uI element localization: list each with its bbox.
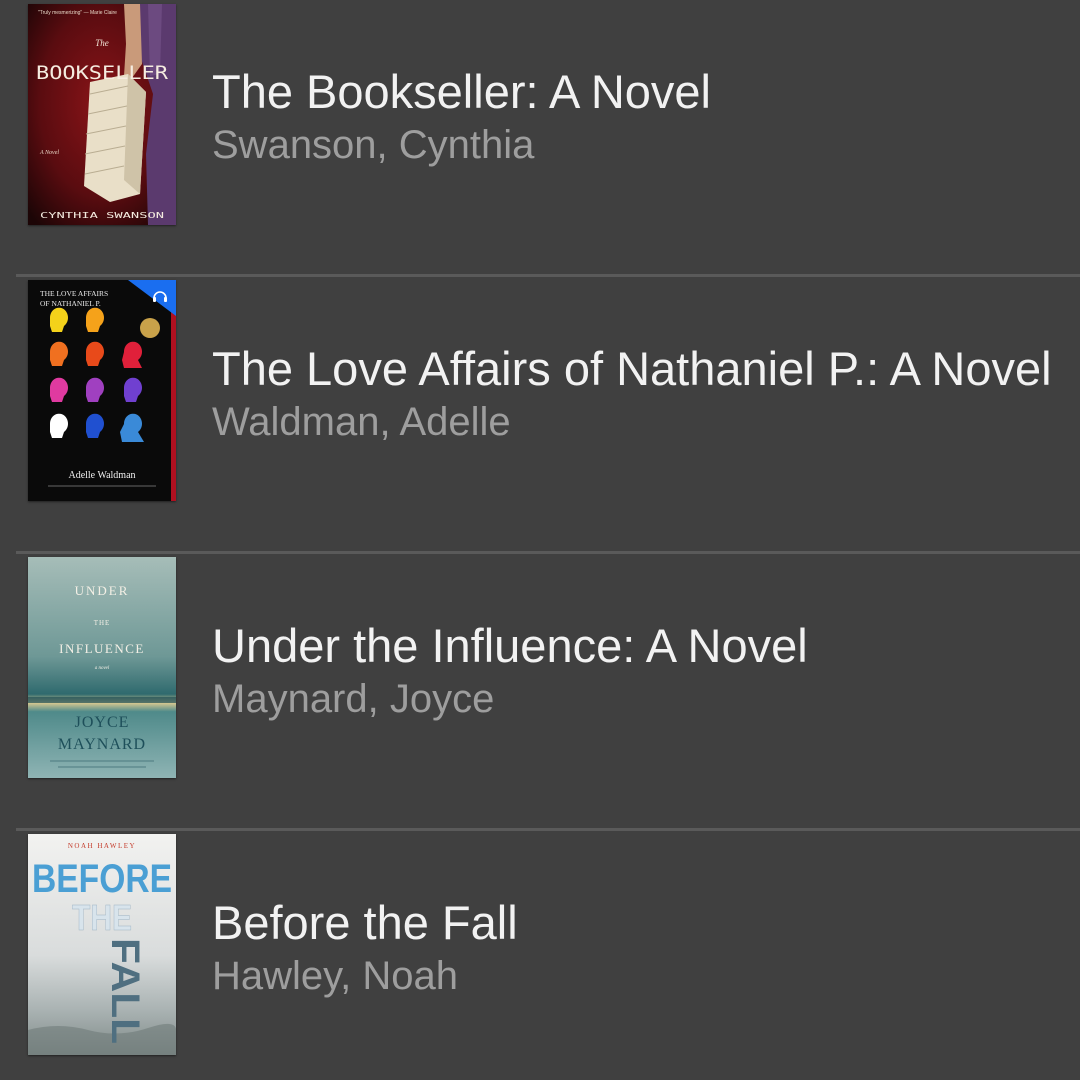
under-influence-cover-art: UNDER THE INFLUENCE a novel JOYCE MAYNAR…	[28, 557, 176, 778]
book-title: The Love Affairs of Nathaniel P.: A Nove…	[212, 342, 1052, 395]
book-author: Maynard, Joyce	[212, 677, 495, 721]
cover-author: CYNTHIA SWANSON	[40, 211, 164, 220]
book-row[interactable]: NOAH HAWLEY BEFORE THE FALL Before the F…	[0, 831, 1080, 1080]
cover-word3: FALL	[103, 938, 147, 1044]
cover-title-line2: OF NATHANIEL P.	[40, 299, 101, 308]
book-author: Swanson, Cynthia	[212, 123, 535, 167]
nathaniel-cover-art: THE LOVE AFFAIRS OF NATHANIEL P. Adelle …	[28, 280, 176, 501]
book-author: Waldman, Adelle	[212, 400, 511, 444]
book-row[interactable]: THE LOVE AFFAIRS OF NATHANIEL P. Adelle …	[0, 277, 1080, 554]
cover-author-line2: MAYNARD	[58, 736, 146, 753]
book-title: Before the Fall	[212, 896, 518, 949]
book-title: Under the Influence: A Novel	[212, 619, 808, 672]
book-row[interactable]: UNDER THE INFLUENCE a novel JOYCE MAYNAR…	[0, 554, 1080, 831]
cover-top-text: "Truly mesmerizing" — Marie Claire	[38, 10, 117, 16]
book-list: "Truly mesmerizing" — Marie Claire The B…	[0, 0, 1080, 1080]
book-author: Hawley, Noah	[212, 954, 459, 998]
cover-title-line1: THE LOVE AFFAIRS	[40, 289, 108, 298]
cover-small-the: The	[95, 38, 109, 48]
book-info: The Bookseller: A Novel Swanson, Cynthia	[212, 64, 711, 170]
before-fall-cover-art: NOAH HAWLEY BEFORE THE FALL	[28, 834, 176, 1055]
cover-line2: THE	[94, 619, 111, 627]
book-row[interactable]: "Truly mesmerizing" — Marie Claire The B…	[0, 0, 1080, 277]
cover-author: Adelle Waldman	[68, 470, 135, 481]
cover-author-line1: JOYCE	[75, 714, 130, 731]
book-cover: NOAH HAWLEY BEFORE THE FALL	[28, 834, 176, 1055]
cover-author: NOAH HAWLEY	[68, 842, 136, 850]
cover-sub-text: a novel	[95, 666, 110, 671]
cover-sub-text: A Novel	[39, 150, 59, 156]
book-cover: UNDER THE INFLUENCE a novel JOYCE MAYNAR…	[28, 557, 176, 778]
cover-line3: INFLUENCE	[59, 641, 145, 656]
book-info: Before the Fall Hawley, Noah	[212, 895, 518, 1001]
book-cover: THE LOVE AFFAIRS OF NATHANIEL P. Adelle …	[28, 280, 176, 501]
cover-line1: UNDER	[75, 583, 130, 598]
cover-title: BOOKSELLER	[36, 62, 169, 84]
book-title: The Bookseller: A Novel	[212, 65, 711, 118]
book-cover: "Truly mesmerizing" — Marie Claire The B…	[28, 4, 176, 225]
bookseller-cover-art: "Truly mesmerizing" — Marie Claire The B…	[28, 4, 176, 225]
book-info: The Love Affairs of Nathaniel P.: A Nove…	[212, 341, 1052, 447]
book-info: Under the Influence: A Novel Maynard, Jo…	[212, 618, 808, 724]
cover-word2: THE	[72, 897, 132, 938]
cover-word1: BEFORE	[32, 857, 172, 901]
